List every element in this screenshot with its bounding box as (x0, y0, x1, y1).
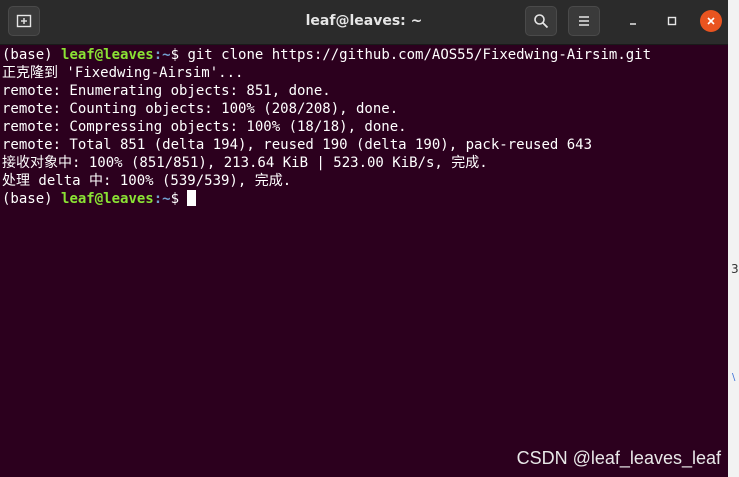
background-glyph: 3 (731, 262, 739, 276)
maximize-button[interactable] (661, 10, 683, 32)
command-text: git clone https://github.com/AOS55/Fixed… (187, 47, 652, 63)
output-line: 正克隆到 'Fixedwing-Airsim'... (2, 65, 244, 81)
prompt-user-host: leaf@leaves (61, 47, 154, 63)
terminal-window: leaf@leaves: ~ (base) leaf@leaves:~$ git… (0, 0, 728, 477)
output-line: remote: Enumerating objects: 851, done. (2, 83, 331, 99)
maximize-icon (667, 16, 677, 26)
text-cursor (187, 190, 197, 206)
command-line: (base) leaf@leaves:~$ git clone https://… (2, 46, 728, 64)
output-line: remote: Counting objects: 100% (208/208)… (2, 101, 399, 117)
search-button[interactable] (525, 6, 557, 36)
title-bar: leaf@leaves: ~ (0, 0, 728, 45)
minimize-icon (630, 23, 636, 25)
search-icon (534, 14, 549, 29)
close-icon (707, 17, 715, 25)
hamburger-menu-icon (579, 16, 589, 26)
menu-button[interactable] (568, 6, 600, 36)
prompt-path: :~ (153, 47, 171, 63)
window-title: leaf@leaves: ~ (305, 13, 423, 29)
prompt-line[interactable]: (base) leaf@leaves:~$ (2, 190, 728, 208)
output-line: remote: Total 851 (delta 194), reused 19… (2, 137, 593, 153)
output-line: 处理 delta 中: 100% (539/539), 完成. (2, 173, 292, 189)
conda-env: (base) (2, 191, 62, 207)
background-glyph: \ (732, 372, 736, 383)
prompt-symbol: $ (170, 191, 188, 207)
close-button[interactable] (700, 10, 722, 32)
terminal-output[interactable]: (base) leaf@leaves:~$ git clone https://… (2, 46, 728, 477)
conda-env: (base) (2, 47, 62, 63)
watermark: CSDN @leaf_leaves_leaf (516, 448, 721, 468)
output-line: remote: Compressing objects: 100% (18/18… (2, 119, 407, 135)
prompt-user-host: leaf@leaves (61, 191, 154, 207)
output-line: 接收对象中: 100% (851/851), 213.64 KiB | 523.… (2, 155, 488, 171)
prompt-symbol: $ (170, 47, 188, 63)
minimize-button[interactable] (622, 10, 644, 32)
background-window-strip (728, 0, 739, 477)
prompt-path: :~ (153, 191, 171, 207)
